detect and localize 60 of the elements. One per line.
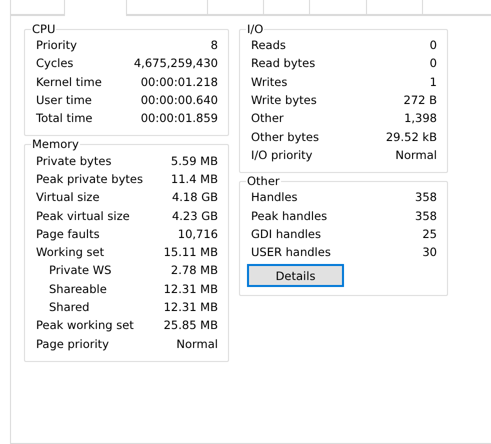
group-title: I/O: [246, 22, 264, 36]
field-label: Write bytes: [251, 93, 317, 108]
field-value: 5.59 MB: [170, 154, 218, 168]
field-label: Cycles: [36, 56, 74, 70]
field-label: USER handles: [251, 245, 331, 260]
field-label: Virtual size: [36, 190, 100, 204]
field-label: Handles: [251, 190, 298, 204]
field-value: 4.23 GB: [172, 208, 218, 223]
field-value: 358: [415, 190, 437, 204]
group-title: Memory: [31, 137, 80, 152]
field-label: Peak virtual size: [36, 208, 130, 223]
field-value: 25: [422, 226, 437, 241]
tab[interactable]: [10, 0, 65, 15]
group-title: Other: [246, 174, 281, 188]
field-value: 4,675,259,430: [134, 56, 218, 70]
field-label: User time: [36, 93, 92, 108]
group-title: CPU: [31, 22, 56, 36]
field-value: 1,398: [404, 111, 437, 126]
field-label: Page faults: [36, 226, 100, 241]
field-label: Reads: [251, 38, 286, 52]
field-label: Writes: [251, 74, 288, 89]
field-label: Other bytes: [251, 130, 319, 144]
field-label: Working set: [36, 245, 104, 260]
field-value: 0: [430, 38, 437, 52]
field-value: 358: [415, 208, 437, 223]
field-label: Shared: [49, 300, 90, 314]
field-value: 0: [430, 56, 437, 70]
field-label: Page priority: [36, 336, 109, 351]
field-value: 15.11 MB: [164, 245, 218, 260]
field-label: Private WS: [49, 263, 112, 278]
field-value: 1: [430, 74, 437, 89]
field-value: Normal: [176, 336, 218, 351]
field-label: Peak working set: [36, 318, 134, 332]
field-value: 12.31 MB: [164, 300, 218, 314]
field-value: 11.4 MB: [170, 172, 218, 186]
field-value: Normal: [395, 148, 437, 162]
field-value: 4.18 GB: [172, 190, 218, 204]
field-label: Peak handles: [251, 208, 328, 223]
field-value: 30: [422, 245, 437, 260]
field-label: Other: [251, 111, 284, 126]
field-label: Priority: [36, 38, 77, 52]
field-value: 00:00:01.218: [140, 74, 218, 89]
field-label: Peak private bytes: [36, 172, 143, 186]
details-button[interactable]: Details: [247, 264, 344, 288]
field-label: I/O priority: [251, 148, 312, 162]
field-value: 25.85 MB: [164, 318, 218, 332]
field-value: 00:00:00.640: [140, 93, 218, 108]
field-value: 272 B: [404, 93, 437, 108]
field-value: 29.52 kB: [386, 130, 437, 144]
field-label: Shareable: [49, 282, 107, 296]
field-value: 00:00:01.859: [140, 111, 218, 126]
field-value: 12.31 MB: [164, 282, 218, 296]
field-label: GDI handles: [251, 226, 321, 241]
field-label: Kernel time: [36, 74, 102, 89]
field-label: Private bytes: [36, 154, 112, 168]
field-value: 2.78 MB: [170, 263, 218, 278]
field-label: Read bytes: [251, 56, 316, 70]
field-label: Total time: [36, 111, 92, 126]
field-value: 10,716: [178, 226, 218, 241]
field-value: 8: [210, 38, 218, 52]
